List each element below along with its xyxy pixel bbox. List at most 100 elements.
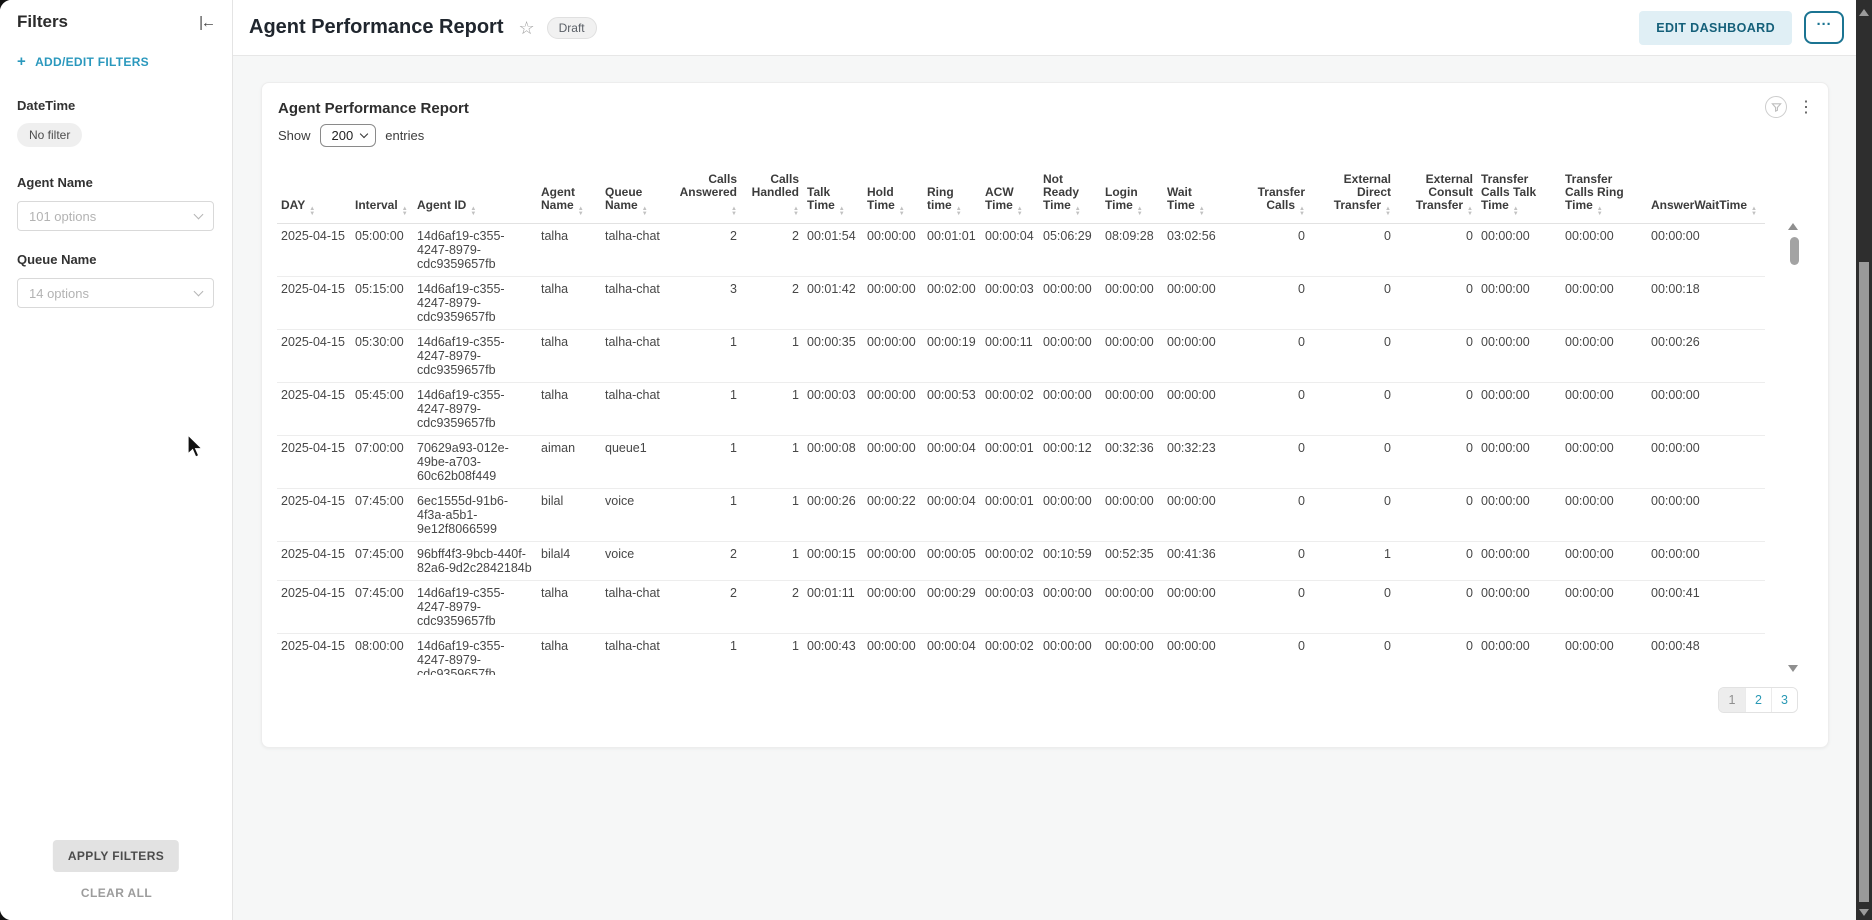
cell-transfer-calls: 0 bbox=[1225, 330, 1309, 383]
table-scroll-up-arrow[interactable] bbox=[1788, 223, 1798, 230]
cell-external-consult-transfer: 0 bbox=[1395, 330, 1477, 383]
page-button-2[interactable]: 2 bbox=[1745, 688, 1771, 712]
table-row: 2025-04-1505:00:0014d6af19-c355-4247-897… bbox=[277, 224, 1765, 277]
cell-transfer-calls: 0 bbox=[1225, 581, 1309, 634]
cell-day: 2025-04-15 bbox=[277, 277, 351, 330]
cell-external-consult-transfer: 0 bbox=[1395, 383, 1477, 436]
datetime-filter-chip[interactable]: No filter bbox=[17, 123, 82, 147]
sort-icon: ▲▼ bbox=[1467, 207, 1473, 216]
apply-filters-button[interactable]: APPLY FILTERS bbox=[53, 840, 179, 872]
table-header-row: DAY▲▼Interval▲▼Agent ID▲▼Agent Name▲▼Que… bbox=[277, 169, 1765, 224]
cell-external-consult-transfer: 0 bbox=[1395, 542, 1477, 581]
column-header-day[interactable]: DAY▲▼ bbox=[277, 169, 351, 224]
cell-wait-time: 03:02:56 bbox=[1163, 224, 1225, 277]
cell-acw-time: 00:00:02 bbox=[981, 542, 1039, 581]
cell-answerwaittime: 00:00:26 bbox=[1647, 330, 1765, 383]
column-header-transfer-calls-talk-time[interactable]: Transfer Calls Talk Time▲▼ bbox=[1477, 169, 1561, 224]
page-size-select[interactable]: 200 bbox=[320, 124, 377, 147]
scroll-down-arrow-icon[interactable] bbox=[1859, 909, 1869, 916]
queue-name-select[interactable]: 14 options bbox=[17, 278, 214, 308]
cell-day: 2025-04-15 bbox=[277, 542, 351, 581]
cell-external-direct-transfer: 0 bbox=[1309, 436, 1395, 489]
column-header-calls-handled[interactable]: Calls Handled▲▼ bbox=[741, 169, 803, 224]
cell-interval: 07:45:00 bbox=[351, 489, 413, 542]
page-button-3[interactable]: 3 bbox=[1771, 688, 1797, 712]
cell-day: 2025-04-15 bbox=[277, 634, 351, 676]
cell-external-direct-transfer: 1 bbox=[1309, 542, 1395, 581]
kebab-menu-icon[interactable]: ⋮ bbox=[1798, 97, 1814, 117]
cell-hold-time: 00:00:22 bbox=[863, 489, 923, 542]
cell-talk-time: 00:00:35 bbox=[803, 330, 863, 383]
sort-icon: ▲▼ bbox=[309, 207, 315, 216]
scroll-up-arrow-icon[interactable] bbox=[1859, 9, 1869, 16]
column-header-transfer-calls-ring-time[interactable]: Transfer Calls Ring Time▲▼ bbox=[1561, 169, 1647, 224]
cell-ring-time: 00:01:01 bbox=[923, 224, 981, 277]
cell-answerwaittime: 00:00:48 bbox=[1647, 634, 1765, 676]
page-scrollbar-thumb[interactable] bbox=[1859, 262, 1869, 902]
clear-all-button[interactable]: CLEAR ALL bbox=[0, 886, 233, 900]
add-edit-filters-button[interactable]: + ADD/EDIT FILTERS bbox=[17, 53, 214, 70]
column-header-interval[interactable]: Interval▲▼ bbox=[351, 169, 413, 224]
agent-name-select-value: 101 options bbox=[29, 209, 96, 224]
cell-transfer-calls: 0 bbox=[1225, 224, 1309, 277]
cell-talk-time: 00:00:26 bbox=[803, 489, 863, 542]
table-scrollbar-thumb[interactable] bbox=[1790, 237, 1799, 265]
column-header-queue-name[interactable]: Queue Name▲▼ bbox=[601, 169, 673, 224]
table-scroll-down-arrow[interactable] bbox=[1788, 665, 1798, 672]
column-header-agent-name[interactable]: Agent Name▲▼ bbox=[537, 169, 601, 224]
favorite-star-icon[interactable]: ☆ bbox=[519, 19, 535, 37]
column-header-login-time[interactable]: Login Time▲▼ bbox=[1101, 169, 1163, 224]
column-header-not-ready-time[interactable]: Not Ready Time▲▼ bbox=[1039, 169, 1101, 224]
cell-agent-id: 14d6af19-c355-4247-8979-cdc9359657fb bbox=[413, 383, 537, 436]
cell-hold-time: 00:00:00 bbox=[863, 383, 923, 436]
column-header-talk-time[interactable]: Talk Time▲▼ bbox=[803, 169, 863, 224]
edit-dashboard-button[interactable]: EDIT DASHBOARD bbox=[1639, 11, 1792, 45]
filter-icon[interactable] bbox=[1765, 96, 1787, 118]
cell-interval: 05:15:00 bbox=[351, 277, 413, 330]
cell-agent-name: talha bbox=[537, 224, 601, 277]
screen-corner bbox=[0, 908, 12, 920]
cell-calls-handled: 2 bbox=[741, 224, 803, 277]
cell-hold-time: 00:00:00 bbox=[863, 581, 923, 634]
cell-external-consult-transfer: 0 bbox=[1395, 224, 1477, 277]
column-header-calls-answered[interactable]: Calls Answered▲▼ bbox=[673, 169, 741, 224]
cell-not-ready-time: 00:00:12 bbox=[1039, 436, 1101, 489]
cell-transfer-calls: 0 bbox=[1225, 383, 1309, 436]
more-options-button[interactable]: ··· bbox=[1804, 11, 1844, 44]
cell-answerwaittime: 00:00:00 bbox=[1647, 542, 1765, 581]
cell-agent-name: aiman bbox=[537, 436, 601, 489]
table-row: 2025-04-1507:45:006ec1555d-91b6-4f3a-a5b… bbox=[277, 489, 1765, 542]
page-scrollbar[interactable] bbox=[1856, 0, 1872, 920]
column-header-acw-time[interactable]: ACW Time▲▼ bbox=[981, 169, 1039, 224]
cell-transfer-calls-ring-time: 00:00:00 bbox=[1561, 634, 1647, 676]
cell-calls-answered: 3 bbox=[673, 277, 741, 330]
column-header-wait-time[interactable]: Wait Time▲▼ bbox=[1163, 169, 1225, 224]
agent-name-select[interactable]: 101 options bbox=[17, 201, 214, 231]
page-button-1[interactable]: 1 bbox=[1719, 688, 1745, 712]
cell-ring-time: 00:00:53 bbox=[923, 383, 981, 436]
cell-external-direct-transfer: 0 bbox=[1309, 277, 1395, 330]
column-header-answerwaittime[interactable]: AnswerWaitTime▲▼ bbox=[1647, 169, 1765, 224]
cell-external-consult-transfer: 0 bbox=[1395, 489, 1477, 542]
column-header-ring-time[interactable]: Ring time▲▼ bbox=[923, 169, 981, 224]
cell-calls-answered: 1 bbox=[673, 634, 741, 676]
cell-agent-name: talha bbox=[537, 330, 601, 383]
table-row: 2025-04-1507:45:0096bff4f3-9bcb-440f-82a… bbox=[277, 542, 1765, 581]
column-header-agent-id[interactable]: Agent ID▲▼ bbox=[413, 169, 537, 224]
column-header-hold-time[interactable]: Hold Time▲▼ bbox=[863, 169, 923, 224]
cell-day: 2025-04-15 bbox=[277, 330, 351, 383]
column-header-external-consult-transfer[interactable]: External Consult Transfer▲▼ bbox=[1395, 169, 1477, 224]
cell-agent-name: talha bbox=[537, 277, 601, 330]
cell-calls-answered: 1 bbox=[673, 489, 741, 542]
collapse-sidebar-icon[interactable]: |← bbox=[199, 14, 214, 31]
cell-answerwaittime: 00:00:00 bbox=[1647, 383, 1765, 436]
cell-hold-time: 00:00:00 bbox=[863, 436, 923, 489]
column-header-transfer-calls[interactable]: Transfer Calls▲▼ bbox=[1225, 169, 1309, 224]
cell-transfer-calls: 0 bbox=[1225, 634, 1309, 676]
cell-external-consult-transfer: 0 bbox=[1395, 634, 1477, 676]
queue-name-select-value: 14 options bbox=[29, 286, 89, 301]
column-header-external-direct-transfer[interactable]: External Direct Transfer▲▼ bbox=[1309, 169, 1395, 224]
cell-not-ready-time: 00:10:59 bbox=[1039, 542, 1101, 581]
cell-agent-name: bilal bbox=[537, 489, 601, 542]
cell-day: 2025-04-15 bbox=[277, 383, 351, 436]
